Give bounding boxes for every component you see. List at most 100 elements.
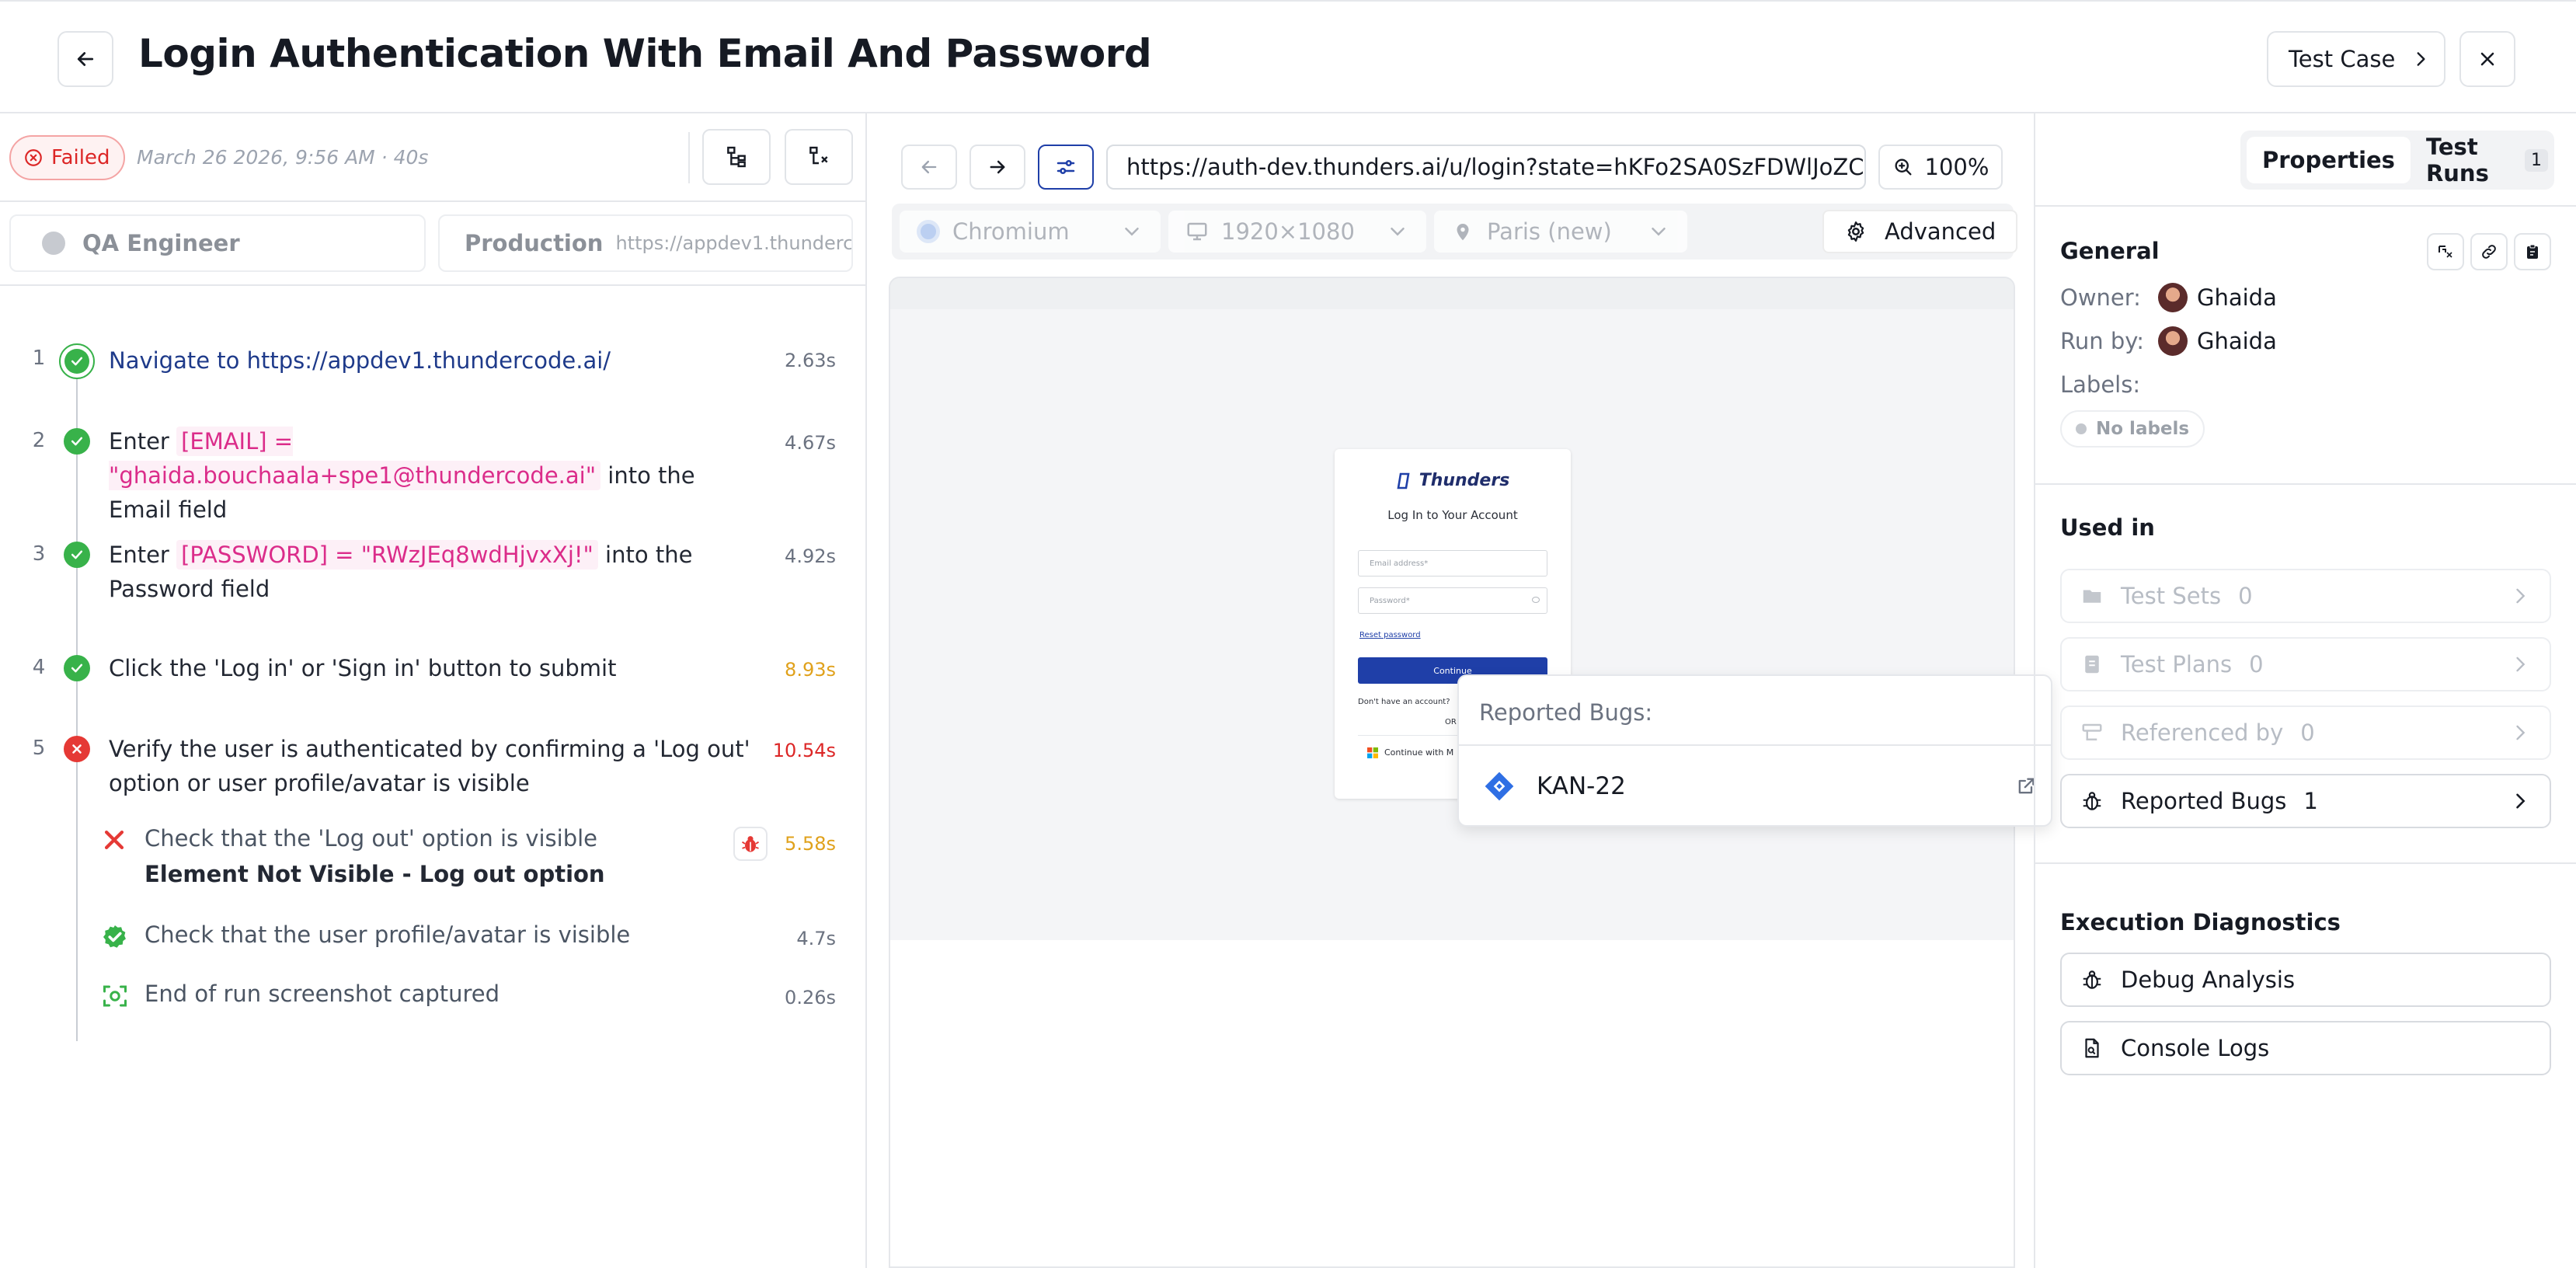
test-sets-label: Test Sets [2121, 583, 2222, 609]
location-value: Paris (new) [1487, 218, 1612, 245]
used-in-referenced-by[interactable]: Referenced by 0 [2060, 705, 2551, 760]
jira-icon [1485, 772, 1514, 801]
reference-icon [2082, 723, 2102, 740]
referenced-by-label: Referenced by [2121, 719, 2284, 746]
used-in-test-plans[interactable]: Test Plans 0 [2060, 637, 2551, 691]
owner-name: Ghaida [2197, 284, 2277, 311]
microsoft-login-label: Continue with M [1384, 747, 1454, 758]
plan-icon [2085, 655, 2099, 674]
zoom-in-icon [1895, 158, 1912, 176]
divider [0, 200, 867, 202]
advanced-button[interactable]: Advanced [1822, 210, 2018, 253]
substep-duration: 5.58s [785, 833, 836, 855]
test-sets-count: 0 [2238, 583, 2253, 609]
environment-field[interactable]: Production https://appdev1.thunderc... [438, 214, 853, 272]
chevron-right-icon [2516, 725, 2526, 740]
step-status-passed [59, 343, 95, 379]
test-runs-count: 1 [2525, 148, 2548, 172]
file-search-icon [2085, 1038, 2099, 1058]
location-select[interactable]: Paris (new) [1434, 211, 1687, 253]
arrow-left-icon [77, 52, 94, 66]
step-duration: 8.93s [785, 659, 836, 681]
test-case-button[interactable]: Test Case [2267, 31, 2445, 87]
step-duration: 2.63s [785, 350, 836, 371]
substep-text[interactable]: Check that the user profile/avatar is vi… [144, 921, 630, 948]
test-plans-label: Test Plans [2121, 651, 2233, 678]
persona-field[interactable]: QA Engineer [9, 214, 426, 272]
substep-text[interactable]: Check that the 'Log out' option is visib… [144, 825, 597, 852]
console-logs-button[interactable]: Console Logs [2060, 1021, 2551, 1075]
chevron-right-icon [2516, 588, 2526, 604]
copy-id-button[interactable] [2427, 233, 2464, 270]
variable-highlight: [PASSWORD] = "RWzJEq8wdHjvxXj!" [176, 540, 598, 570]
execution-diagnostics-title: Execution Diagnostics [2060, 909, 2341, 935]
tree-view-button[interactable] [702, 129, 771, 185]
avatar [2158, 283, 2188, 312]
advanced-label: Advanced [1885, 218, 1996, 245]
divider [2035, 205, 2576, 207]
thunders-logo-icon [1397, 472, 1410, 489]
step-text[interactable]: Click the 'Log in' or 'Sign in' button t… [109, 651, 777, 685]
chevron-down-icon [1125, 228, 1139, 236]
step-text[interactable]: Enter [EMAIL] = "ghaida.bouchaala+spe1@t… [109, 424, 761, 527]
step-text[interactable]: Navigate to https://appdev1.thundercode.… [109, 343, 777, 378]
back-button[interactable] [57, 31, 113, 87]
browser-engine-select[interactable]: Chromium [900, 211, 1161, 253]
id-icon [2438, 246, 2452, 258]
debug-analysis-button[interactable]: Debug Analysis [2060, 953, 2551, 1007]
chevron-down-icon [1652, 228, 1666, 236]
browser-settings-toggle[interactable] [1038, 145, 1094, 190]
persona-avatar-icon [42, 232, 65, 255]
reported-bugs-label: Reported Bugs [2121, 788, 2287, 814]
collapse-tree-button[interactable] [785, 129, 853, 185]
no-labels-chip[interactable]: No labels [2060, 410, 2205, 448]
persona-label: QA Engineer [82, 230, 240, 256]
browser-forward-button[interactable] [969, 145, 1025, 190]
environment-url: https://appdev1.thunderc... [615, 232, 853, 254]
arrow-right-icon [990, 160, 1005, 174]
microsoft-icon [1367, 747, 1378, 758]
popover-title: Reported Bugs: [1479, 699, 1653, 726]
substep-text[interactable]: End of run screenshot captured [144, 981, 500, 1007]
tab-properties[interactable]: Properties [2247, 137, 2411, 183]
chevron-down-icon [1391, 228, 1405, 236]
hierarchy-icon [727, 146, 746, 168]
clipboard-button[interactable] [2514, 233, 2551, 270]
copy-link-button[interactable] [2470, 233, 2508, 270]
debug-analysis-label: Debug Analysis [2121, 967, 2296, 993]
close-icon [2480, 52, 2494, 66]
chevron-right-icon [2516, 657, 2526, 672]
step-duration: 4.67s [785, 432, 836, 454]
resolution-select[interactable]: 1920×1080 [1168, 211, 1426, 253]
reported-bugs-count: 1 [2303, 788, 2318, 814]
sliders-icon [1057, 160, 1075, 175]
check-circle-icon [64, 428, 90, 455]
url-input[interactable]: https://auth-dev.thunders.ai/u/login?sta… [1106, 145, 1866, 190]
no-labels-text: No labels [2096, 419, 2190, 439]
step-text[interactable]: Enter [PASSWORD] = "RWzJEq8wdHjvxXj!" in… [109, 538, 761, 606]
run-by-value[interactable]: Ghaida [2158, 326, 2277, 356]
close-button[interactable] [2459, 31, 2515, 87]
owner-value[interactable]: Ghaida [2158, 283, 2277, 312]
avatar [2158, 326, 2188, 356]
bug-key: KAN-22 [1537, 772, 1626, 800]
eye-icon [1532, 597, 1540, 603]
divider [1459, 744, 2051, 746]
check-badge-icon [101, 923, 129, 951]
login-email-input: Email address* [1358, 550, 1547, 577]
used-in-reported-bugs[interactable]: Reported Bugs 1 [2060, 774, 2551, 828]
zoom-control[interactable]: 100% [1878, 145, 2003, 190]
general-title: General [2060, 238, 2160, 264]
step-text[interactable]: Verify the user is authenticated by conf… [109, 732, 777, 800]
browser-back-button[interactable] [901, 145, 957, 190]
bug-icon [2083, 792, 2101, 810]
hierarchy-collapse-icon [809, 146, 828, 165]
divider [2035, 483, 2576, 485]
step-number: 3 [32, 542, 46, 566]
monitor-icon [1187, 222, 1207, 241]
signup-text: Don't have an account? [1358, 698, 1450, 706]
used-in-test-sets[interactable]: Test Sets 0 [2060, 569, 2551, 623]
chromium-icon [917, 220, 940, 243]
bug-list-item[interactable]: KAN-22 [1474, 757, 2042, 816]
tab-test-runs[interactable]: Test Runs 1 [2411, 134, 2548, 186]
